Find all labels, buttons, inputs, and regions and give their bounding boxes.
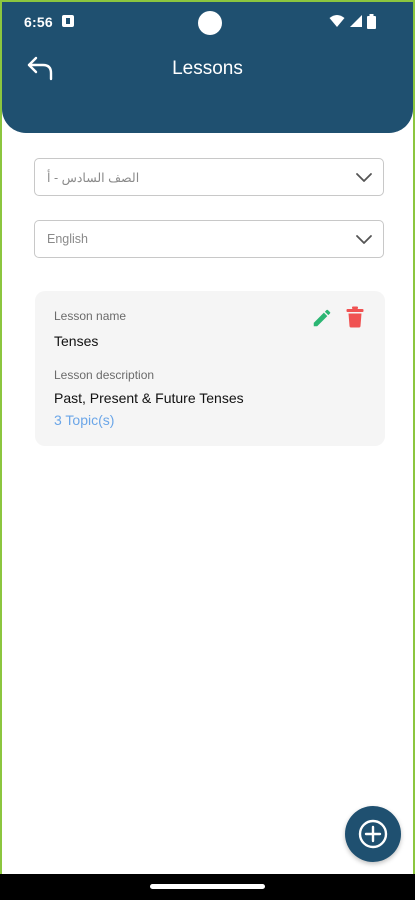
chevron-down-icon <box>356 173 372 182</box>
lesson-name-value: Tenses <box>54 333 99 349</box>
app-header: 6:56 Lessons <box>2 2 413 133</box>
class-select[interactable]: الصف السادس - أ <box>34 158 384 196</box>
trash-icon[interactable] <box>345 306 365 328</box>
status-icons <box>329 14 393 30</box>
lesson-card[interactable]: Lesson name Tenses Lesson description Pa… <box>35 291 385 446</box>
page-title: Lessons <box>172 58 243 79</box>
topics-link[interactable]: 3 Topic(s) <box>54 412 114 428</box>
signal-icon <box>350 15 362 27</box>
edit-icon[interactable] <box>311 307 333 329</box>
lesson-name-label: Lesson name <box>54 309 127 323</box>
add-circle-icon <box>358 819 388 849</box>
class-select-value: الصف السادس - أ <box>47 171 140 185</box>
status-bar: 6:56 <box>2 2 413 42</box>
system-nav-bar <box>0 874 415 900</box>
home-gesture-pill[interactable] <box>150 884 265 889</box>
subject-select[interactable]: English <box>34 220 384 258</box>
status-time: 6:56 <box>24 14 53 30</box>
lesson-description-value: Past, Present & Future Tenses <box>54 390 244 406</box>
lesson-description-label: Lesson description <box>54 368 155 382</box>
notification-icon <box>62 15 74 27</box>
add-lesson-button[interactable] <box>345 806 401 862</box>
battery-icon <box>367 14 376 29</box>
chevron-down-icon <box>356 235 372 244</box>
camera-cutout <box>198 11 222 35</box>
wifi-icon <box>329 15 345 27</box>
app-frame: 6:56 Lessons الصف السادس - أ English Les… <box>0 0 415 900</box>
subject-select-value: English <box>47 232 88 246</box>
